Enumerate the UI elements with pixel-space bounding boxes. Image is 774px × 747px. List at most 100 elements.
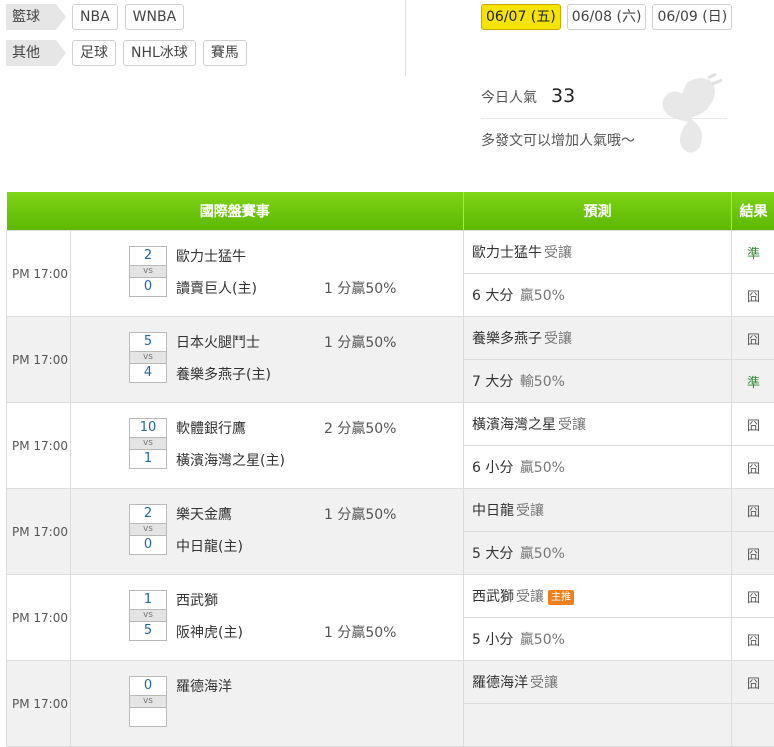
score-away: 0 [129, 676, 167, 696]
team-away[interactable]: 西武獅 [176, 590, 218, 610]
prediction-total: 7 大分 輸50% [464, 360, 732, 403]
team-home[interactable]: 讀賣巨人(主) [176, 278, 257, 298]
prediction-total [464, 704, 732, 747]
prediction-total-line: 6 大分 [472, 288, 513, 304]
prediction-total-line: 5 小分 [472, 632, 513, 648]
prediction-type: 受讓 [544, 331, 572, 347]
score-home: 4 [129, 363, 167, 383]
handicap-line: 1 分贏50% [324, 332, 396, 352]
category-label: 其他 [6, 40, 56, 66]
handicap-line: 1 分贏50% [324, 278, 396, 298]
handicap-line: 1 分贏50% [324, 504, 396, 524]
result-mark: 囧 [732, 618, 774, 661]
tag-nba[interactable]: NBA [72, 4, 118, 30]
score-home: 0 [129, 535, 167, 555]
prediction-team: 養樂多燕子 [472, 331, 542, 347]
team-away[interactable]: 軟體銀行鷹 [176, 418, 246, 438]
team-home[interactable]: 橫濱海灣之星(主) [176, 450, 285, 470]
score-box: 0vs [129, 676, 167, 727]
prediction-odds: 贏50% [520, 632, 565, 648]
prediction-spread: 西武獅受讓主推 [464, 575, 732, 618]
prediction-odds: 輸50% [520, 374, 565, 390]
score-away: 2 [129, 504, 167, 524]
team-away[interactable]: 羅德海洋 [176, 676, 232, 696]
prediction-type: 受讓 [530, 675, 558, 691]
butterfly-icon [650, 72, 730, 162]
score-away: 5 [129, 332, 167, 352]
prediction-odds: 贏50% [520, 460, 565, 476]
vs-label: vs [129, 610, 167, 621]
match-cell: 2vs0歐力士猛牛讀賣巨人(主)1 分贏50% [71, 231, 464, 317]
prediction-spread: 中日龍受讓 [464, 489, 732, 532]
score-away: 10 [129, 418, 167, 438]
prediction-total-line: 7 大分 [472, 374, 513, 390]
date-selector: 06/07 (五) 06/08 (六) 06/09 (日) [481, 4, 738, 30]
popularity-value: 33 [551, 85, 575, 107]
match-cell: 5vs4 日本火腿鬥士養樂多燕子(主) 1 分贏50% [71, 317, 464, 403]
recommend-badge: 主推 [548, 590, 574, 605]
score-box: 5vs4 [129, 332, 167, 383]
team-away[interactable]: 歐力士猛牛 [176, 246, 246, 266]
popularity-label: 今日人氣 [481, 90, 537, 106]
score-away: 2 [129, 246, 167, 266]
prediction-type: 受讓 [558, 417, 586, 433]
prediction-total: 6 大分 贏50% [464, 274, 732, 317]
result-mark: 囧 [732, 661, 774, 704]
result-mark: 囧 [732, 274, 774, 317]
prediction-spread: 橫濱海灣之星受讓 [464, 403, 732, 446]
team-home[interactable]: 阪神虎(主) [176, 622, 243, 642]
result-mark: 準 [732, 360, 774, 403]
date-tab-0608[interactable]: 06/08 (六) [567, 4, 647, 30]
tag-nhl[interactable]: NHL冰球 [123, 40, 196, 66]
match-cell: 10vs1軟體銀行鷹橫濱海灣之星(主)2 分贏50% [71, 403, 464, 489]
category-label: 籃球 [6, 4, 56, 30]
prediction-team: 中日龍 [472, 503, 514, 519]
prediction-type: 受讓 [516, 503, 544, 519]
match-cell: 2vs0 樂天金鷹中日龍(主) 1 分贏50% [71, 489, 464, 575]
result-mark: 囧 [732, 532, 774, 575]
prediction-team: 橫濱海灣之星 [472, 417, 556, 433]
match-time: PM 17:00 [7, 489, 71, 575]
tag-wnba[interactable]: WNBA [125, 4, 185, 30]
header-prediction: 預測 [464, 192, 732, 231]
vs-label: vs [129, 696, 167, 707]
match-time: PM 17:00 [7, 575, 71, 661]
table-row: PM 17:000vs羅德海洋羅德海洋受讓囧 [7, 661, 774, 704]
prediction-team: 羅德海洋 [472, 675, 528, 691]
prediction-team: 歐力士猛牛 [472, 245, 542, 261]
tag-soccer[interactable]: 足球 [72, 40, 116, 66]
team-home[interactable]: 中日龍(主) [176, 536, 243, 556]
prediction-total: 6 小分 贏50% [464, 446, 732, 489]
divider [405, 0, 406, 76]
tag-horse-racing[interactable]: 賽馬 [203, 40, 247, 66]
prediction-type: 受讓 [516, 589, 544, 605]
date-tab-0609[interactable]: 06/09 (日) [652, 4, 732, 30]
header-event: 國際盤賽事 [7, 192, 464, 231]
match-table: 國際盤賽事 預測 結果 PM 17:002vs0歐力士猛牛讀賣巨人(主)1 分贏… [6, 192, 774, 747]
category-row-other: 其他 足球 NHL冰球 賽馬 [6, 40, 254, 66]
prediction-total-line: 5 大分 [472, 546, 513, 562]
prediction-spread: 歐力士猛牛受讓 [464, 231, 732, 274]
score-box: 2vs0 [129, 504, 167, 555]
popularity: 今日人氣 33 [481, 85, 575, 107]
result-mark: 囧 [732, 489, 774, 532]
table-row: PM 17:0010vs1軟體銀行鷹橫濱海灣之星(主)2 分贏50%橫濱海灣之星… [7, 403, 774, 446]
score-home: 1 [129, 449, 167, 469]
prediction-odds: 贏50% [520, 546, 565, 562]
vs-label: vs [129, 266, 167, 277]
score-away: 1 [129, 590, 167, 610]
prediction-spread: 羅德海洋受讓 [464, 661, 732, 704]
team-away[interactable]: 樂天金鷹 [176, 504, 232, 524]
table-row: PM 17:001vs5西武獅阪神虎(主)1 分贏50%西武獅受讓主推囧 [7, 575, 774, 618]
vs-label: vs [129, 352, 167, 363]
prediction-total: 5 小分 贏50% [464, 618, 732, 661]
prediction-odds: 贏50% [520, 288, 565, 304]
prediction-team: 西武獅 [472, 589, 514, 605]
date-tab-0607[interactable]: 06/07 (五) [481, 4, 561, 30]
handicap-line: 2 分贏50% [324, 418, 396, 438]
team-away[interactable]: 日本火腿鬥士 [176, 332, 260, 352]
category-row-basketball: 籃球 NBA WNBA [6, 4, 191, 30]
prediction-spread: 養樂多燕子受讓 [464, 317, 732, 360]
handicap-line: 1 分贏50% [324, 622, 396, 642]
team-home[interactable]: 養樂多燕子(主) [176, 364, 271, 384]
